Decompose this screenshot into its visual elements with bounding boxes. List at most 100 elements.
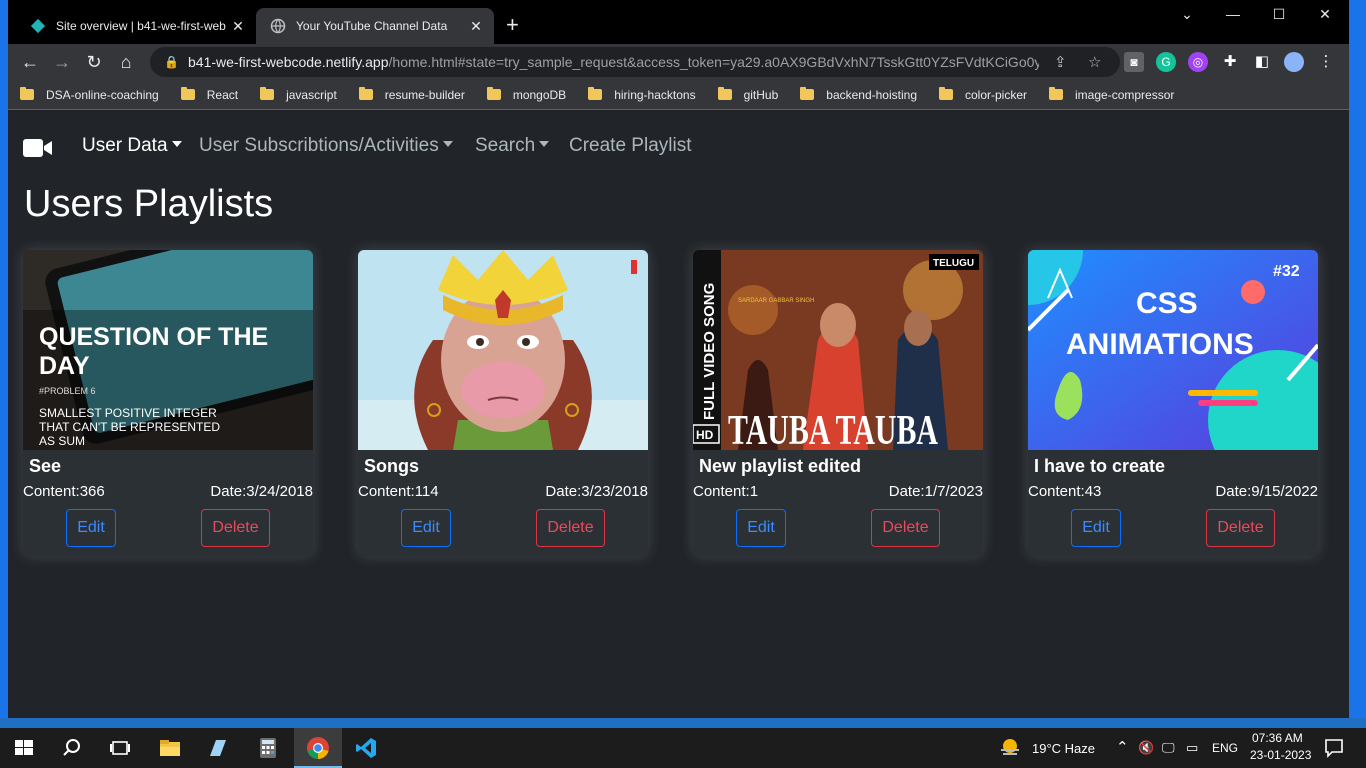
- bookmark-item[interactable]: backend-hoisting: [800, 87, 917, 102]
- delete-button[interactable]: Delete: [1206, 509, 1275, 547]
- network-icon[interactable]: 🖵: [1162, 740, 1175, 756]
- task-view-icon[interactable]: [108, 736, 132, 760]
- playlist-date: Date:3/23/2018: [545, 483, 648, 500]
- bookmark-item[interactable]: mongoDB: [486, 87, 566, 102]
- language-indicator[interactable]: ENG: [1212, 741, 1238, 755]
- tab-strip: Site overview | b41-we-first-webc ✕ Your…: [8, 0, 1349, 44]
- delete-button[interactable]: Delete: [536, 509, 605, 547]
- side-panel-icon[interactable]: ◧: [1252, 52, 1272, 72]
- thumb-text: THAT CAN'T BE REPRESENTED: [39, 420, 220, 434]
- forward-icon[interactable]: →: [50, 50, 74, 74]
- close-window-icon[interactable]: ✕: [1302, 6, 1348, 23]
- nav-user-data[interactable]: User Data: [82, 135, 182, 157]
- folder-icon: [20, 87, 34, 100]
- clock-date[interactable]: 23-01-2023: [1250, 748, 1311, 762]
- notes-app-icon[interactable]: [206, 736, 230, 760]
- battery-icon[interactable]: ▭: [1186, 740, 1198, 756]
- speaker-muted-icon[interactable]: 🔇: [1138, 740, 1154, 756]
- playlist-card: QUESTION OF THE DAY #PROBLEM 6 SMALLEST …: [23, 250, 313, 556]
- home-icon[interactable]: ⌂: [114, 50, 138, 74]
- thumb-text: ANIMATIONS: [1066, 328, 1254, 361]
- tab-youtube-data[interactable]: Your YouTube Channel Data ✕: [256, 8, 494, 44]
- file-explorer-icon[interactable]: [158, 736, 182, 760]
- edit-button[interactable]: Edit: [66, 509, 116, 547]
- app-navbar: User Data User Subscribtions/Activities …: [8, 111, 1349, 183]
- bookmark-item[interactable]: javascript: [260, 87, 337, 102]
- bookmark-item[interactable]: color-picker: [939, 87, 1027, 102]
- playlist-thumbnail[interactable]: FULL VIDEO SONG TELUGU SARDAAR GABBAR SI…: [693, 250, 983, 450]
- calculator-icon[interactable]: [256, 736, 280, 760]
- page-content: User Data User Subscribtions/Activities …: [8, 111, 1349, 718]
- extension-purple-icon[interactable]: ◎: [1188, 52, 1208, 72]
- chrome-taskbar-button[interactable]: [294, 728, 342, 768]
- close-tab-icon[interactable]: ✕: [464, 18, 488, 35]
- thumb-text: TAUBA TAUBA: [728, 408, 938, 450]
- new-tab-icon[interactable]: +: [506, 12, 519, 38]
- tab-title: Site overview | b41-we-first-webc: [56, 19, 226, 33]
- playlist-card: Songs Content:114 Date:3/23/2018 Edit De…: [358, 250, 648, 556]
- folder-icon: [358, 87, 373, 100]
- bookmark-item[interactable]: image-compressor: [1049, 87, 1174, 102]
- weather-haze-icon: [1001, 739, 1019, 755]
- bookmark-item[interactable]: gitHub: [717, 87, 778, 102]
- clock-time[interactable]: 07:36 AM: [1252, 731, 1303, 745]
- playlist-thumbnail[interactable]: QUESTION OF THE DAY #PROBLEM 6 SMALLEST …: [23, 250, 313, 450]
- chevron-up-icon[interactable]: ⌃: [1116, 738, 1129, 756]
- folder-icon: [939, 87, 953, 100]
- delete-button[interactable]: Delete: [201, 509, 270, 547]
- thumb-text: CSS: [1136, 287, 1198, 320]
- nav-create-playlist[interactable]: Create Playlist: [569, 135, 692, 157]
- windows-start-icon[interactable]: [12, 736, 36, 760]
- folder-icon: [486, 87, 501, 100]
- content-count: Content:43: [1028, 483, 1102, 500]
- back-icon[interactable]: ←: [18, 50, 42, 74]
- close-tab-icon[interactable]: ✕: [226, 18, 250, 35]
- playlist-thumbnail[interactable]: #32 CSS ANIMATIONS: [1028, 250, 1318, 450]
- thumb-text: DAY: [39, 352, 90, 380]
- netlify-icon: [30, 18, 46, 34]
- tab-search-chevron-icon[interactable]: ⌄: [1164, 6, 1210, 23]
- weather-text[interactable]: 19°C Haze: [1032, 741, 1095, 756]
- nav-user-subscriptions[interactable]: User Subscribtions/Activities: [199, 135, 453, 157]
- bookmark-item[interactable]: resume-builder: [358, 87, 465, 102]
- playlist-thumbnail[interactable]: [358, 250, 648, 450]
- extensions-puzzle-icon[interactable]: ✚: [1220, 52, 1240, 72]
- share-icon[interactable]: ⇪: [1054, 53, 1067, 71]
- edit-button[interactable]: Edit: [401, 509, 451, 547]
- vscode-icon[interactable]: [354, 736, 378, 760]
- minimize-icon[interactable]: —: [1210, 6, 1256, 22]
- folder-icon: [260, 87, 275, 100]
- grammarly-icon[interactable]: G: [1156, 52, 1176, 72]
- windows-taskbar: 19°C Haze ⌃ 🔇 🖵 ▭ ENG 07:36 AM 23-01-202…: [0, 728, 1366, 768]
- edit-button[interactable]: Edit: [1071, 509, 1121, 547]
- notification-icon[interactable]: [1322, 736, 1346, 760]
- delete-button[interactable]: Delete: [871, 509, 940, 547]
- background-window-strip: [0, 718, 1366, 728]
- folder-icon: [717, 87, 732, 100]
- thumb-text: HD: [696, 428, 714, 442]
- bookmark-item[interactable]: DSA-online-coaching: [20, 87, 159, 102]
- bookmark-star-icon[interactable]: ☆: [1088, 53, 1101, 71]
- thumb-text: #32: [1273, 263, 1300, 280]
- video-camera-icon[interactable]: [23, 138, 53, 158]
- bookmark-item[interactable]: React: [180, 87, 238, 102]
- tab-site-overview[interactable]: Site overview | b41-we-first-webc ✕: [16, 8, 256, 44]
- address-bar[interactable]: 🔒 b41-we-first-webcode.netlify.app /home…: [150, 47, 1120, 77]
- browser-toolbar: ← → ↻ ⌂ 🔒 b41-we-first-webcode.netlify.a…: [8, 44, 1349, 80]
- caret-down-icon: [171, 141, 182, 147]
- playlist-title: I have to create: [1034, 456, 1166, 476]
- url-path: /home.html#state=try_sample_request&acce…: [388, 54, 1039, 70]
- search-icon[interactable]: [60, 736, 84, 760]
- thumb-text: QUESTION OF THE: [39, 323, 268, 351]
- camera-extension-icon[interactable]: ◙: [1124, 52, 1144, 72]
- profile-avatar[interactable]: [1284, 52, 1304, 72]
- lock-icon: 🔒: [164, 55, 179, 69]
- globe-icon: [270, 18, 286, 34]
- nav-search[interactable]: Search: [475, 135, 550, 157]
- reload-icon[interactable]: ↻: [82, 50, 106, 74]
- playlist-date: Date:9/15/2022: [1215, 483, 1318, 500]
- maximize-icon[interactable]: ☐: [1256, 6, 1302, 23]
- edit-button[interactable]: Edit: [736, 509, 786, 547]
- menu-kebab-icon[interactable]: ⋮: [1316, 52, 1336, 72]
- bookmark-item[interactable]: hiring-hacktons: [588, 87, 696, 102]
